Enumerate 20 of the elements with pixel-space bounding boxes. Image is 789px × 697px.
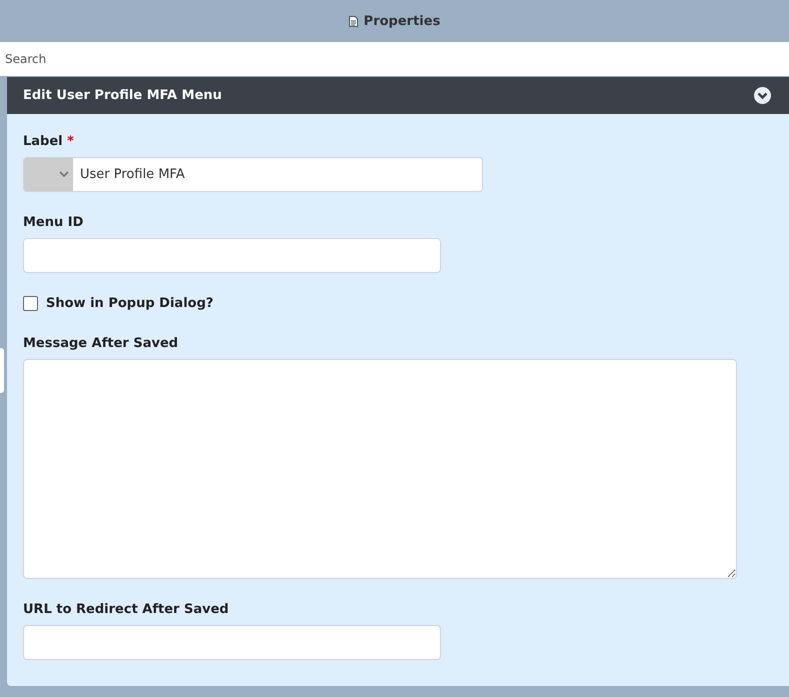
- panel-title: Properties: [364, 14, 440, 28]
- language-dropdown[interactable]: [24, 158, 73, 191]
- required-asterisk: *: [67, 134, 74, 149]
- checkbox[interactable]: [23, 296, 38, 311]
- message-textarea[interactable]: [23, 359, 737, 579]
- field-label: Message After Saved: [23, 336, 180, 351]
- chevron-down-icon: [59, 171, 69, 178]
- field-label: Label *: [23, 134, 75, 149]
- section-header[interactable]: Edit User Profile MFA Menu: [7, 77, 789, 114]
- section-title: Edit User Profile MFA Menu: [23, 88, 222, 103]
- search-field[interactable]: Search: [0, 42, 789, 76]
- document-icon: [348, 16, 358, 26]
- label-input[interactable]: User Profile MFA: [23, 157, 483, 192]
- collapse-toggle-icon[interactable]: [754, 87, 771, 104]
- field-label: URL to Redirect After Saved: [23, 602, 230, 617]
- resize-handle[interactable]: [0, 348, 4, 393]
- text-input[interactable]: [23, 238, 441, 273]
- field-label: Menu ID: [23, 215, 84, 230]
- text-input[interactable]: [23, 625, 441, 660]
- checkbox-label[interactable]: Show in Popup Dialog?: [46, 296, 214, 311]
